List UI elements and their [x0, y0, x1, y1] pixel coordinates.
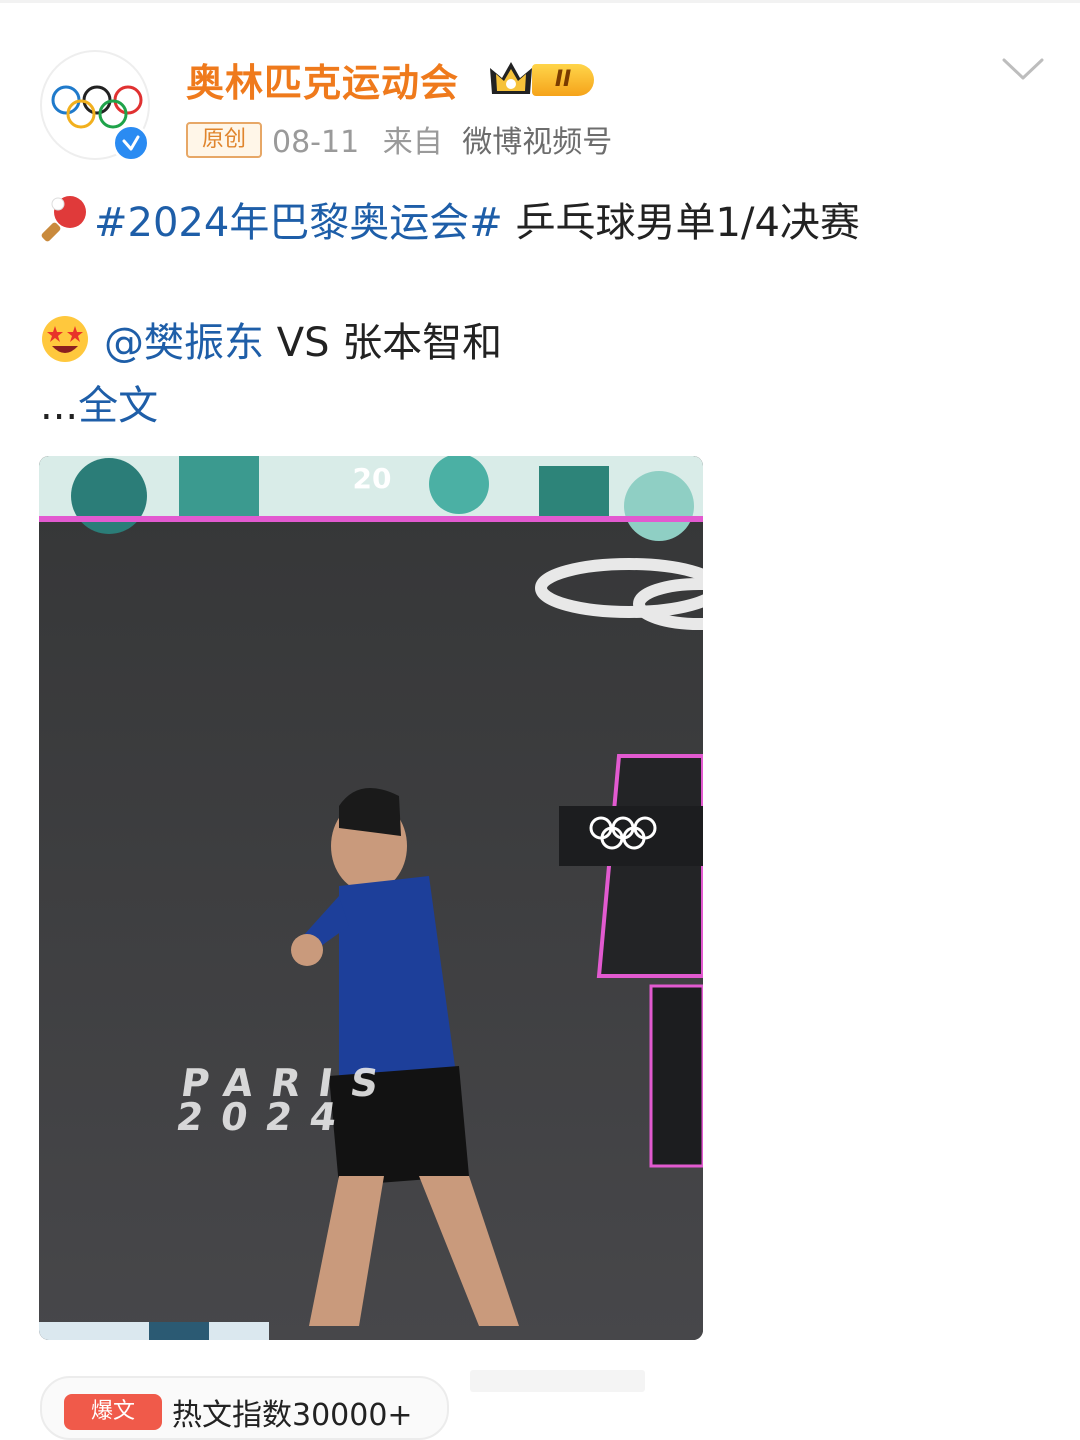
chevron-down-icon[interactable]	[1000, 56, 1046, 84]
expand-full-text-link[interactable]: 全文	[78, 383, 158, 429]
video-player[interactable]: 20 PARIS 2024	[39, 456, 703, 1340]
post-date: 08-11	[272, 125, 360, 160]
mention-link[interactable]: @樊振东	[104, 320, 264, 366]
video-jersey-number: 20	[352, 462, 392, 495]
star-eyes-emoji-icon	[42, 316, 88, 362]
vip-crown-icon	[490, 62, 532, 94]
hot-index-text: 热文指数30000+	[172, 1398, 413, 1433]
top-divider	[0, 0, 1080, 3]
hashtag-link[interactable]: #2024年巴黎奥运会#	[94, 200, 503, 246]
headline-text: 乒乓球男单1/4决赛	[515, 200, 860, 246]
floor-text: PARIS 2024	[173, 1061, 400, 1139]
ellipsis: ...	[40, 383, 79, 429]
post-text-line-3: ...全文	[40, 378, 158, 434]
post-text-line-1: #2024年巴黎奥运会# 乒乓球男单1/4决赛	[40, 192, 860, 251]
floor-text-line-2: 2024	[173, 1095, 358, 1139]
source-link[interactable]: 微博视频号	[462, 125, 612, 160]
post-meta: 08-11 来自 微博视频号	[272, 117, 612, 161]
versus-text: VS 张本智和	[276, 320, 503, 366]
ping-pong-paddle-icon	[41, 196, 86, 242]
source-prefix: 来自	[382, 125, 443, 160]
original-badge: 原创	[186, 122, 262, 158]
vip-level-badge[interactable]: II	[532, 64, 594, 96]
author-name[interactable]: 奥林匹克运动会	[186, 52, 459, 107]
hot-index-bar[interactable]: 爆文 热文指数30000+	[40, 1376, 449, 1440]
faded-placeholder	[470, 1370, 645, 1392]
post-text-line-2: @樊振东 VS 张本智和	[40, 314, 502, 371]
video-frame-image	[39, 456, 703, 1340]
verified-badge-icon	[112, 124, 150, 162]
hot-tag: 爆文	[64, 1394, 162, 1430]
